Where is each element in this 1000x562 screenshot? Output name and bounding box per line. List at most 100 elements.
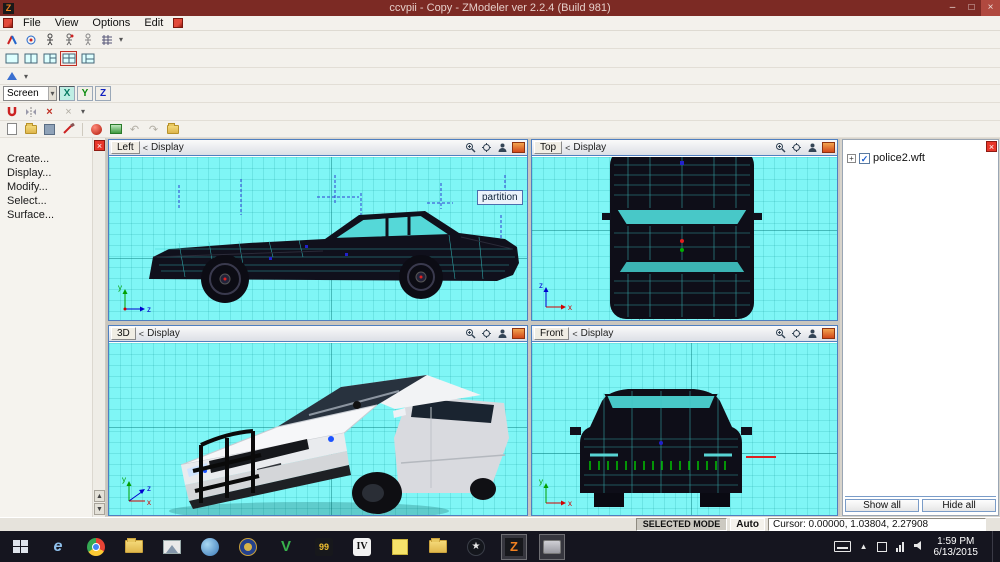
display-back-icon[interactable]: < bbox=[143, 143, 148, 153]
display-menu-button[interactable]: Display bbox=[147, 328, 180, 339]
close-panel-button[interactable]: × bbox=[986, 141, 997, 152]
sidebar-item-select[interactable]: Select... bbox=[0, 194, 92, 208]
sidebar-item-surface[interactable]: Surface... bbox=[0, 208, 92, 222]
media-player-icon[interactable] bbox=[197, 534, 223, 560]
display-menu-button[interactable]: Display bbox=[573, 142, 606, 153]
axes-tool-icon[interactable] bbox=[3, 32, 20, 47]
show-hidden-icons-button[interactable]: ▲ bbox=[860, 542, 868, 551]
primitive-tool-icon[interactable] bbox=[3, 69, 20, 84]
taskbar-clock[interactable]: 1:59 PM 6/13/2015 bbox=[934, 536, 979, 558]
viewport-left-canvas[interactable]: y z partition bbox=[109, 157, 527, 320]
paint-brush-icon[interactable] bbox=[60, 122, 77, 137]
openiv-icon[interactable] bbox=[539, 534, 565, 560]
skeleton-icon-2[interactable] bbox=[60, 32, 77, 47]
delete-tool-icon[interactable]: × bbox=[41, 104, 58, 119]
primitive-dropdown-icon[interactable]: ▾ bbox=[22, 72, 30, 81]
display-back-icon[interactable]: < bbox=[565, 143, 570, 153]
nypd-badge-icon[interactable] bbox=[235, 534, 261, 560]
visibility-checkbox[interactable]: ✓ bbox=[859, 153, 870, 164]
snap-grid-dropdown-icon[interactable]: ▾ bbox=[117, 35, 125, 44]
new-file-icon[interactable] bbox=[3, 122, 20, 137]
view-settings-gear-icon[interactable] bbox=[790, 328, 803, 340]
viewport-3d-canvas[interactable]: y z x bbox=[109, 343, 527, 515]
app-99-icon[interactable]: 99 bbox=[311, 534, 337, 560]
auto-indicator[interactable]: Auto bbox=[730, 518, 765, 531]
layout-three-icon[interactable] bbox=[41, 51, 58, 66]
gta-iv-icon[interactable]: IV bbox=[349, 534, 375, 560]
sidebar-item-display[interactable]: Display... bbox=[0, 166, 92, 180]
zmodeler-taskbar-icon[interactable]: Z bbox=[501, 534, 527, 560]
view-settings-gear-icon[interactable] bbox=[790, 142, 803, 154]
viewport-front-name-button[interactable]: Front bbox=[534, 327, 569, 340]
sticky-notes-icon[interactable] bbox=[387, 534, 413, 560]
maximize-viewport-button[interactable] bbox=[822, 142, 835, 153]
scroll-up-button[interactable]: ▲ bbox=[94, 490, 105, 502]
screen-space-dropdown-icon[interactable]: ▾ bbox=[48, 87, 56, 100]
magnet-icon[interactable] bbox=[3, 104, 20, 119]
volume-icon[interactable] bbox=[913, 538, 925, 556]
menu-edit[interactable]: Edit bbox=[137, 16, 170, 30]
display-menu-button[interactable]: Display bbox=[581, 328, 614, 339]
star-badge-icon[interactable]: ★ bbox=[463, 534, 489, 560]
detach-tool-icon[interactable]: × bbox=[60, 104, 77, 119]
snap-grid-icon[interactable] bbox=[98, 32, 115, 47]
layout-four-icon[interactable] bbox=[60, 51, 77, 66]
close-button[interactable]: × bbox=[981, 0, 1000, 16]
zoom-icon[interactable] bbox=[774, 328, 787, 340]
tree-expand-icon[interactable]: + bbox=[847, 154, 856, 163]
redo-icon[interactable]: ↷ bbox=[145, 122, 162, 137]
layout-custom-icon[interactable] bbox=[79, 51, 96, 66]
app-icon[interactable]: Z bbox=[3, 3, 14, 14]
selected-mode-indicator[interactable]: SELECTED MODE bbox=[636, 518, 728, 531]
user-view-icon[interactable] bbox=[496, 328, 509, 340]
axis-x-toggle[interactable]: X bbox=[59, 86, 75, 101]
browse-folder-icon[interactable] bbox=[164, 122, 181, 137]
zoom-icon[interactable] bbox=[464, 328, 477, 340]
view-settings-gear-icon[interactable] bbox=[480, 328, 493, 340]
display-back-icon[interactable]: < bbox=[139, 329, 144, 339]
menu-view[interactable]: View bbox=[48, 16, 86, 30]
menu-options[interactable]: Options bbox=[85, 16, 137, 30]
tree-item-police2[interactable]: + ✓ police2.wft bbox=[847, 152, 925, 164]
sidebar-item-modify[interactable]: Modify... bbox=[0, 180, 92, 194]
save-file-icon[interactable] bbox=[41, 122, 58, 137]
view-settings-gear-icon[interactable] bbox=[480, 142, 493, 154]
skeleton-icon-3[interactable] bbox=[79, 32, 96, 47]
show-desktop-button[interactable] bbox=[992, 531, 998, 562]
viewport-left-name-button[interactable]: Left bbox=[111, 141, 140, 154]
zoom-icon[interactable] bbox=[464, 142, 477, 154]
viewport-top-canvas[interactable]: z x bbox=[532, 157, 837, 320]
material-editor-icon[interactable] bbox=[88, 122, 105, 137]
menu-file[interactable]: File bbox=[16, 16, 48, 30]
file-explorer-icon[interactable] bbox=[121, 534, 147, 560]
axis-z-toggle[interactable]: Z bbox=[95, 86, 111, 101]
maximize-viewport-button[interactable] bbox=[822, 328, 835, 339]
tree-item-label[interactable]: police2.wft bbox=[873, 152, 925, 164]
start-button[interactable] bbox=[7, 534, 33, 560]
photo-viewer-icon[interactable] bbox=[159, 534, 185, 560]
undo-icon[interactable]: ↶ bbox=[126, 122, 143, 137]
maximize-button[interactable]: □ bbox=[962, 0, 981, 16]
chrome-icon[interactable] bbox=[83, 534, 109, 560]
v-app-icon[interactable]: V bbox=[273, 534, 299, 560]
scroll-down-button[interactable]: ▼ bbox=[94, 503, 105, 515]
touch-keyboard-icon[interactable] bbox=[834, 541, 851, 552]
texture-browser-icon[interactable] bbox=[107, 122, 124, 137]
viewport-top-name-button[interactable]: Top bbox=[534, 141, 562, 154]
action-center-icon[interactable] bbox=[877, 542, 887, 552]
maximize-viewport-button[interactable] bbox=[512, 328, 525, 339]
layout-two-icon[interactable] bbox=[22, 51, 39, 66]
network-icon[interactable] bbox=[896, 542, 904, 552]
display-back-icon[interactable]: < bbox=[572, 329, 577, 339]
internet-explorer-icon[interactable]: e bbox=[45, 534, 71, 560]
folder-icon[interactable] bbox=[425, 534, 451, 560]
viewport-3d-name-button[interactable]: 3D bbox=[111, 327, 136, 340]
minimize-button[interactable]: – bbox=[943, 0, 962, 16]
display-menu-button[interactable]: Display bbox=[151, 142, 184, 153]
snap-tools-dropdown-icon[interactable]: ▾ bbox=[79, 107, 87, 116]
sidebar-scrollbar[interactable]: × ▲ ▼ bbox=[93, 138, 106, 517]
orbit-tool-icon[interactable] bbox=[22, 32, 39, 47]
mirror-tool-icon[interactable] bbox=[22, 104, 39, 119]
axis-y-toggle[interactable]: Y bbox=[77, 86, 93, 101]
zoom-icon[interactable] bbox=[774, 142, 787, 154]
